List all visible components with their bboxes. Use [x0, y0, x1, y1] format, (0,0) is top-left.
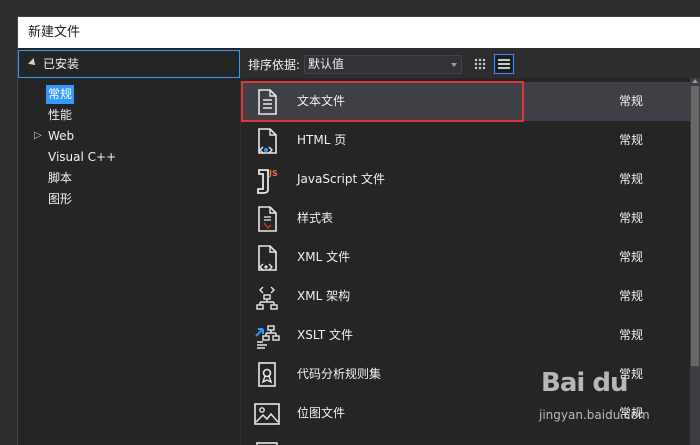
category-panel: 已安装 常规 性能 ▷ Web Visual C++ 脚本 图形	[18, 48, 240, 445]
installed-label: 已安装	[43, 57, 80, 71]
tree-item-label: Visual C++	[48, 150, 117, 164]
template-row-xml-file[interactable]: XML 文件 常规	[241, 238, 690, 277]
tree-item-general[interactable]: 常规	[18, 84, 240, 105]
expand-right-icon[interactable]: ▷	[34, 130, 42, 142]
template-name: 代码分析规则集	[297, 367, 382, 381]
template-row-xml-schema[interactable]: XML 架构 常规	[241, 277, 690, 316]
xml-schema-icon	[253, 283, 281, 311]
template-category: 常规	[619, 211, 644, 225]
tree-item-label: 常规	[46, 85, 75, 104]
xslt-file-icon	[253, 322, 281, 350]
template-list-scrollbar[interactable]	[690, 78, 700, 445]
expand-down-icon[interactable]	[28, 58, 38, 68]
watermark-brand: Bai du	[541, 368, 628, 398]
template-category: 常规	[619, 328, 644, 342]
category-tree: 常规 性能 ▷ Web Visual C++ 脚本 图形	[18, 84, 240, 210]
template-name: 位图文件	[297, 406, 346, 420]
tree-item-label: Web	[48, 129, 75, 143]
list-view-button[interactable]	[494, 54, 514, 74]
grid-view-icon	[474, 58, 486, 70]
stylesheet-icon	[253, 205, 281, 233]
file-icon	[253, 439, 281, 445]
html-file-icon	[253, 127, 281, 155]
tree-item-web[interactable]: ▷ Web	[18, 126, 240, 147]
template-row-stylesheet[interactable]: 样式表 常规	[241, 199, 690, 238]
rule-set-icon	[253, 361, 281, 389]
template-category: 常规	[619, 172, 644, 186]
template-row-partial[interactable]	[241, 433, 690, 445]
template-name: JavaScript 文件	[297, 172, 385, 186]
dialog-title: 新建文件	[18, 17, 700, 48]
new-file-dialog: 新建文件 已安装 常规 性能 ▷ Web Visual C++ 脚本 图形 排序…	[0, 0, 700, 445]
tree-item-performance[interactable]: 性能	[18, 105, 240, 126]
tree-item-script[interactable]: 脚本	[18, 168, 240, 189]
selection-highlight-annotation	[241, 81, 524, 122]
template-name: XSLT 文件	[297, 328, 354, 342]
sort-label: 排序依据:	[248, 58, 301, 72]
template-category: 常规	[619, 289, 644, 303]
template-row-xslt-file[interactable]: XSLT 文件 常规	[241, 316, 690, 355]
template-name: 样式表	[297, 211, 334, 225]
scroll-up-icon[interactable]	[692, 79, 698, 83]
baidu-watermark: Bai du jingyan.baidu.com	[535, 368, 665, 428]
template-row-html-page[interactable]: HTML 页 常规	[241, 121, 690, 160]
watermark-url: jingyan.baidu.com	[539, 408, 650, 422]
tree-item-label: 图形	[48, 192, 73, 206]
bitmap-icon	[253, 400, 281, 428]
scroll-thumb[interactable]	[691, 86, 699, 366]
grid-view-button[interactable]	[470, 54, 490, 74]
xml-file-icon	[253, 244, 281, 272]
installed-node[interactable]: 已安装	[18, 50, 240, 78]
sort-dropdown[interactable]: 默认值	[304, 55, 462, 74]
template-name: HTML 页	[297, 133, 347, 147]
template-name: XML 文件	[297, 250, 351, 264]
list-view-icon	[498, 58, 510, 70]
svg-text:JS: JS	[268, 169, 278, 178]
template-row-javascript-file[interactable]: JS JavaScript 文件 常规	[241, 160, 690, 199]
template-name: XML 架构	[297, 289, 351, 303]
dropdown-arrow-icon	[451, 63, 457, 67]
javascript-file-icon: JS	[253, 166, 281, 194]
tree-item-label: 性能	[48, 108, 73, 122]
template-category: 常规	[619, 94, 644, 108]
tree-item-visual-cpp[interactable]: Visual C++	[18, 147, 240, 168]
sort-toolbar: 排序依据: 默认值	[240, 48, 700, 80]
template-category: 常规	[619, 133, 644, 147]
sort-value: 默认值	[308, 57, 345, 71]
tree-item-label: 脚本	[48, 171, 73, 185]
tree-item-graphics[interactable]: 图形	[18, 189, 240, 210]
template-category: 常规	[619, 250, 644, 264]
